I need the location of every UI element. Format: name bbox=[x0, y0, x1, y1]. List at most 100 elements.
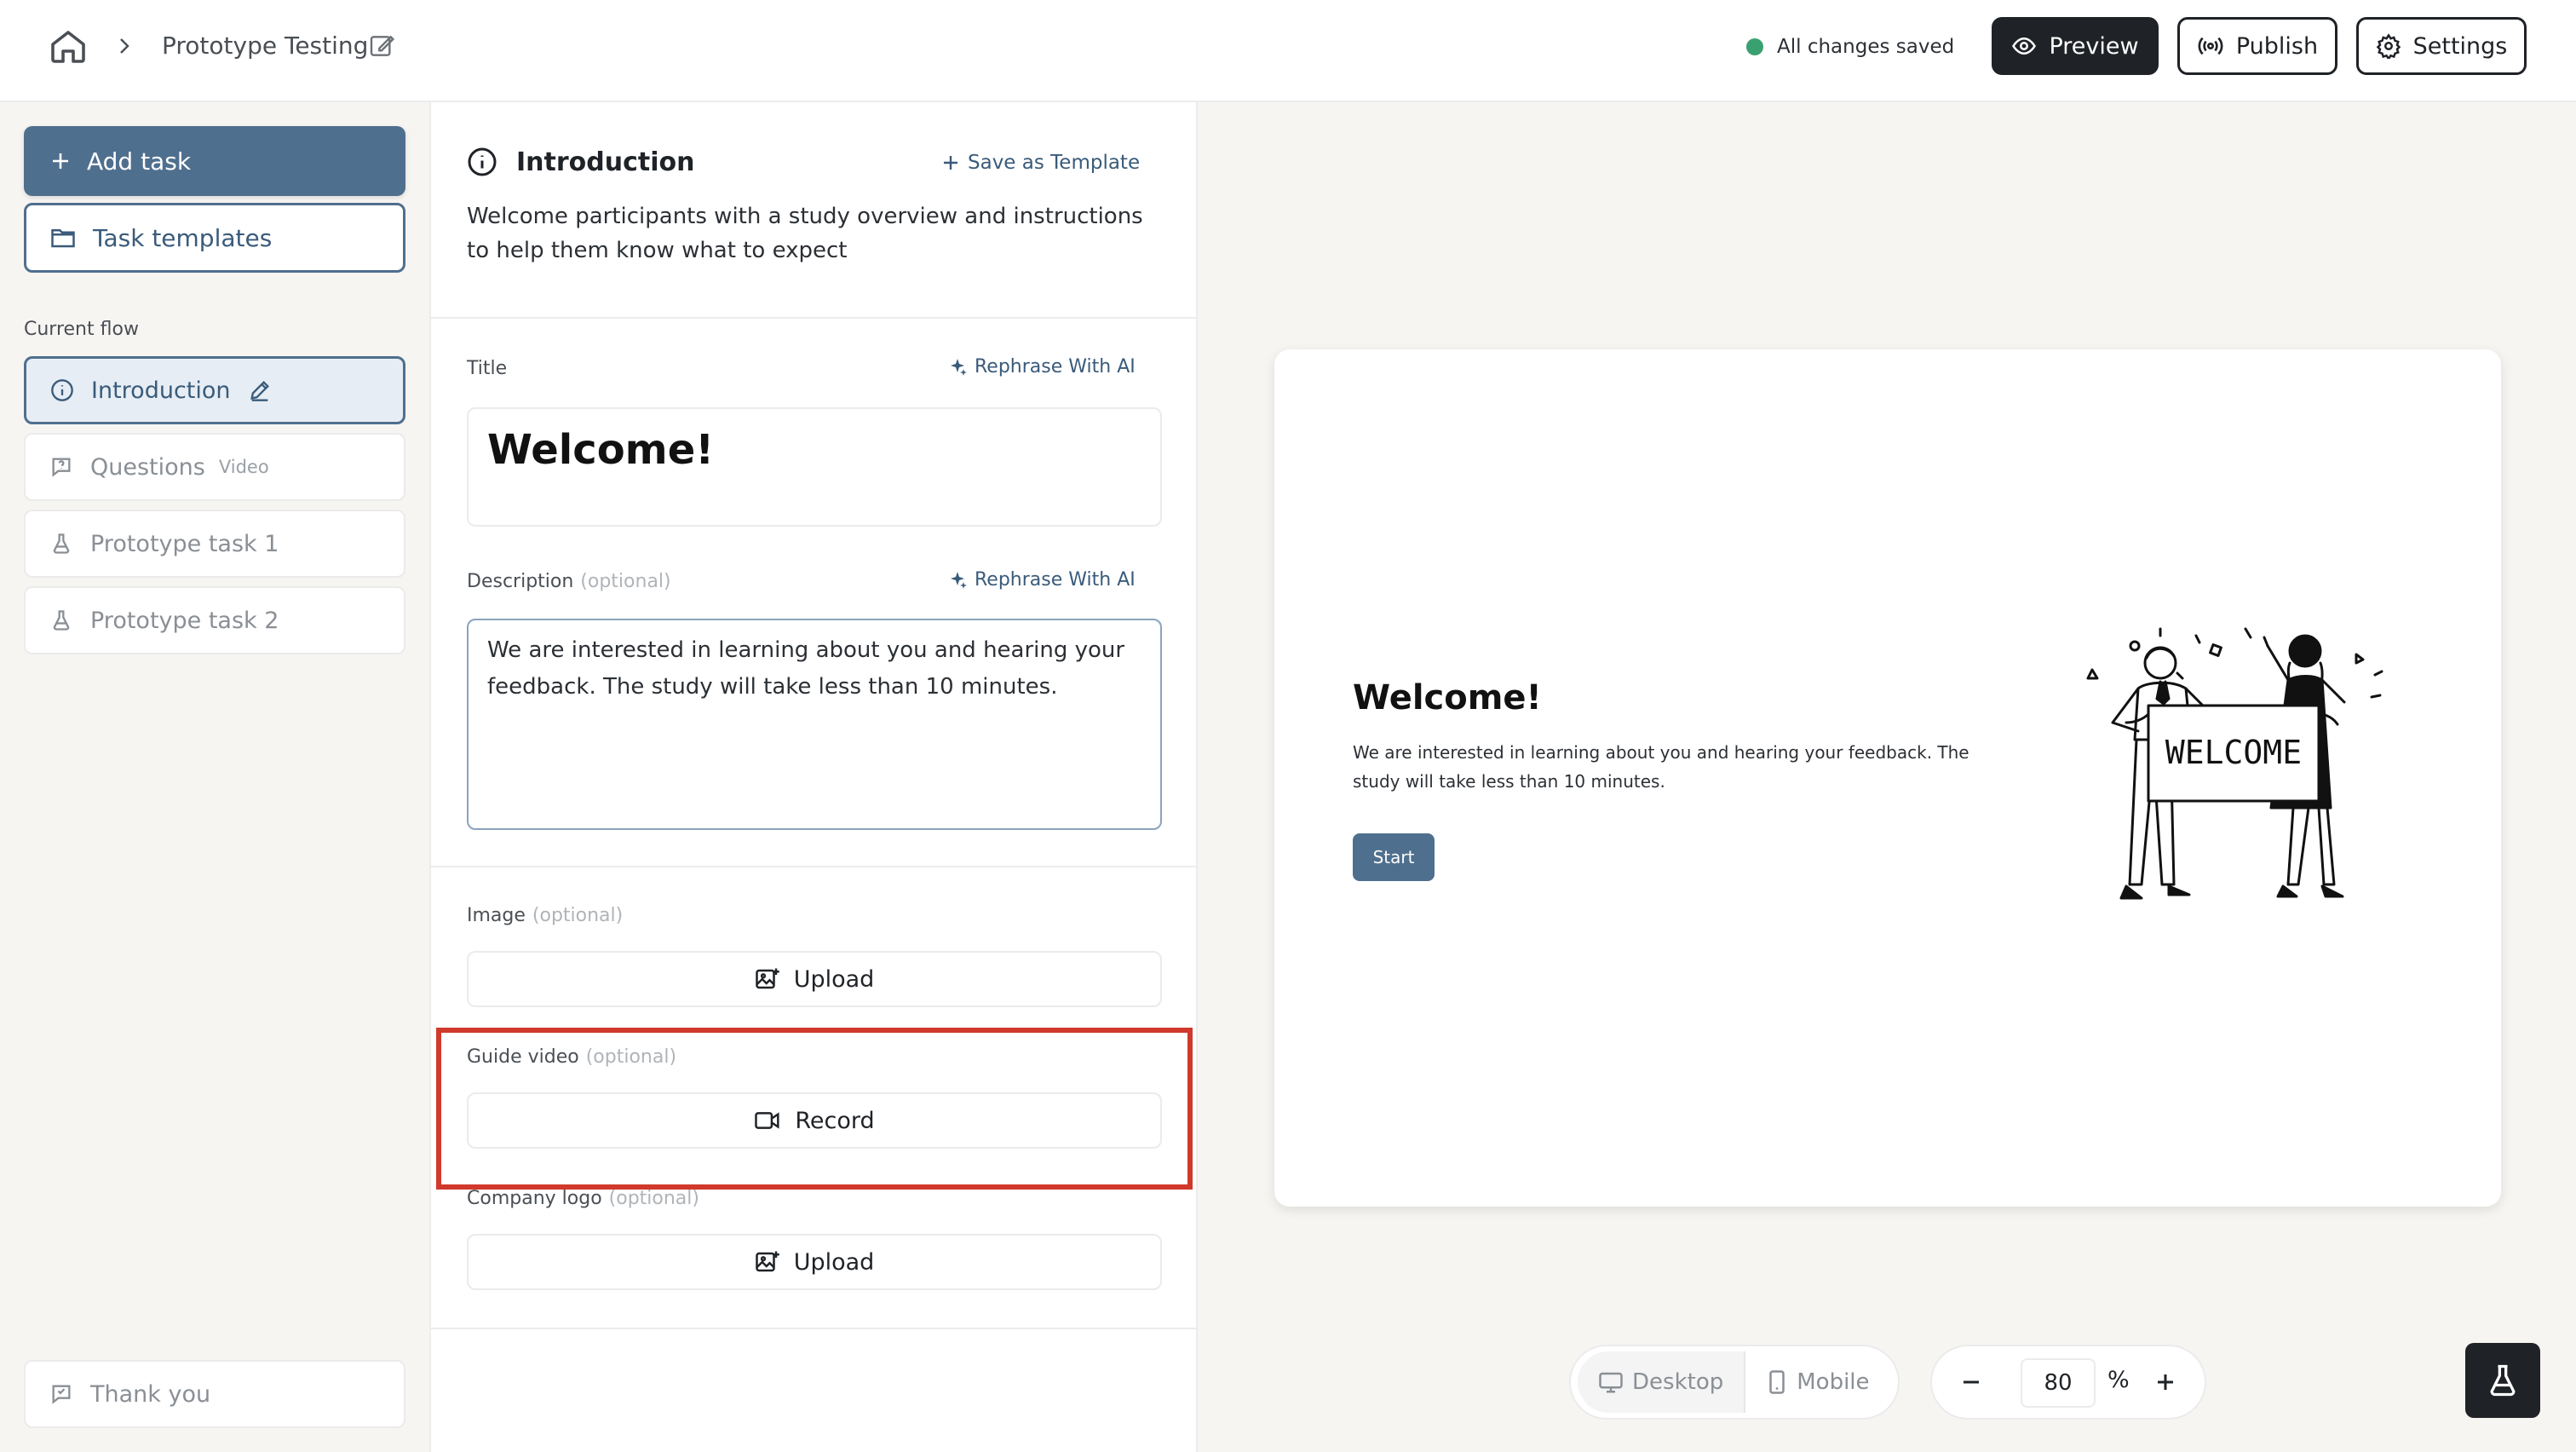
preview-area: Welcome! We are interested in learning a… bbox=[1198, 102, 2576, 1452]
rephrase-label: Rephrase With AI bbox=[975, 356, 1136, 377]
divider bbox=[431, 317, 1196, 319]
sidebar-item-introduction[interactable]: Introduction bbox=[24, 356, 405, 424]
optional-tag: (optional) bbox=[580, 571, 671, 592]
plus-icon bbox=[2158, 1374, 2173, 1390]
preview-title: Welcome! bbox=[1353, 678, 1542, 717]
preview-description: We are interested in learning about you … bbox=[1353, 742, 1969, 792]
zoom-in-button[interactable] bbox=[2145, 1362, 2186, 1403]
add-task-button[interactable]: Add task bbox=[24, 126, 405, 196]
sidebar-item-thank-you[interactable]: Thank you bbox=[24, 1360, 405, 1428]
flask-icon bbox=[2490, 1364, 2516, 1397]
eye-icon bbox=[2012, 37, 2037, 55]
section-title: Introduction bbox=[516, 147, 695, 177]
plus-icon bbox=[942, 154, 959, 171]
divider bbox=[431, 866, 1196, 867]
zoom-out-button[interactable] bbox=[1951, 1362, 1992, 1403]
description-label: Description (optional) bbox=[467, 571, 671, 592]
image-add-icon bbox=[755, 966, 780, 992]
task-templates-button[interactable]: Task templates bbox=[24, 203, 405, 273]
chat-question-icon bbox=[49, 455, 73, 479]
status-dot bbox=[1746, 38, 1763, 55]
optional-tag: (optional) bbox=[608, 1188, 699, 1209]
company-logo-upload-button[interactable]: Upload bbox=[467, 1234, 1162, 1290]
folder-icon bbox=[50, 227, 76, 249]
company-logo-label: Company logo (optional) bbox=[467, 1188, 699, 1209]
gear-icon bbox=[2376, 33, 2401, 59]
zoom-control: 80 % bbox=[1930, 1345, 2206, 1420]
add-task-label: Add task bbox=[87, 147, 192, 176]
record-label: Record bbox=[795, 1107, 875, 1134]
save-as-template-button[interactable]: Save as Template bbox=[942, 152, 1140, 174]
monitor-icon bbox=[1599, 1372, 1623, 1393]
sparkle-icon bbox=[947, 570, 968, 591]
section-header: Introduction bbox=[467, 147, 694, 177]
sidebar-item-questions[interactable]: Questions Video bbox=[24, 433, 405, 501]
lab-button[interactable] bbox=[2465, 1343, 2540, 1418]
task-templates-label: Task templates bbox=[93, 223, 273, 252]
top-bar: Prototype Testing All changes saved Prev… bbox=[0, 0, 2576, 102]
desktop-label: Desktop bbox=[1632, 1369, 1724, 1395]
save-template-label: Save as Template bbox=[968, 152, 1141, 174]
sparkle-icon bbox=[947, 357, 968, 377]
project-name: Prototype Testing bbox=[162, 32, 369, 60]
settings-button[interactable]: Settings bbox=[2356, 17, 2527, 75]
banner-text: WELCOME bbox=[2165, 734, 2302, 771]
section-description: Welcome participants with a study overvi… bbox=[467, 204, 1143, 263]
preview-start-button[interactable]: Start bbox=[1353, 833, 1435, 881]
image-label: Image (optional) bbox=[467, 905, 623, 926]
rephrase-label: Rephrase With AI bbox=[975, 569, 1136, 591]
current-flow-label: Current flow bbox=[24, 319, 139, 340]
chevron-right-icon bbox=[114, 34, 135, 58]
desktop-option[interactable]: Desktop bbox=[1578, 1351, 1745, 1413]
rephrase-description-button[interactable]: Rephrase With AI bbox=[947, 569, 1136, 591]
mobile-option[interactable]: Mobile bbox=[1745, 1351, 1889, 1413]
broadcast-icon bbox=[2198, 37, 2223, 55]
settings-label: Settings bbox=[2412, 32, 2508, 60]
publish-button[interactable]: Publish bbox=[2177, 17, 2337, 75]
thank-you-label: Thank you bbox=[90, 1380, 211, 1408]
preview-label: Preview bbox=[2049, 32, 2139, 60]
edit-icon[interactable] bbox=[368, 32, 395, 60]
description-textarea[interactable]: We are interested in learning about you … bbox=[467, 619, 1162, 830]
minus-icon bbox=[1964, 1380, 1979, 1384]
plus-icon bbox=[51, 152, 70, 170]
rephrase-title-button[interactable]: Rephrase With AI bbox=[947, 356, 1136, 377]
sidebar-item-prototype-task-1[interactable]: Prototype task 1 bbox=[24, 510, 405, 578]
flask-icon bbox=[49, 532, 73, 556]
device-toggle: Desktop Mobile bbox=[1569, 1345, 1900, 1420]
sidebar-item-label: Introduction bbox=[91, 377, 231, 404]
divider bbox=[431, 1328, 1196, 1329]
image-upload-button[interactable]: Upload bbox=[467, 951, 1162, 1007]
sidebar-item-label: Questions bbox=[90, 453, 205, 481]
guide-video-label-text: Guide video bbox=[467, 1046, 579, 1068]
company-logo-label-text: Company logo bbox=[467, 1188, 602, 1209]
home-icon[interactable] bbox=[48, 26, 89, 66]
optional-tag: (optional) bbox=[585, 1046, 677, 1068]
sidebar-item-label: Prototype task 2 bbox=[90, 607, 279, 634]
zoom-unit: % bbox=[2107, 1367, 2130, 1393]
description-label-text: Description bbox=[467, 571, 574, 592]
title-input[interactable]: Welcome! bbox=[467, 407, 1162, 527]
image-add-icon bbox=[755, 1249, 780, 1275]
save-status-text: All changes saved bbox=[1777, 36, 1955, 58]
preview-button[interactable]: Preview bbox=[1992, 17, 2159, 75]
flask-icon bbox=[49, 608, 73, 632]
info-icon bbox=[467, 147, 497, 177]
sidebar-item-label: Prototype task 1 bbox=[90, 530, 279, 557]
record-button[interactable]: Record bbox=[467, 1092, 1162, 1149]
pencil-icon[interactable] bbox=[248, 378, 272, 402]
save-status: All changes saved bbox=[1746, 32, 1954, 61]
video-camera-icon bbox=[754, 1109, 781, 1132]
guide-video-label: Guide video (optional) bbox=[467, 1046, 676, 1068]
welcome-illustration: WELCOME bbox=[2086, 627, 2383, 900]
upload-label: Upload bbox=[793, 1248, 875, 1276]
editor-panel: Introduction Save as Template Welcome pa… bbox=[431, 102, 1198, 1452]
sidebar: Add task Task templates Current flow Int… bbox=[0, 102, 431, 1452]
publish-label: Publish bbox=[2235, 32, 2319, 60]
thank-you-icon bbox=[49, 1382, 73, 1406]
title-label: Title bbox=[467, 358, 508, 379]
sidebar-item-prototype-task-2[interactable]: Prototype task 2 bbox=[24, 586, 405, 654]
zoom-input[interactable]: 80 bbox=[2021, 1358, 2096, 1408]
upload-label: Upload bbox=[793, 965, 875, 993]
optional-tag: (optional) bbox=[532, 905, 624, 926]
